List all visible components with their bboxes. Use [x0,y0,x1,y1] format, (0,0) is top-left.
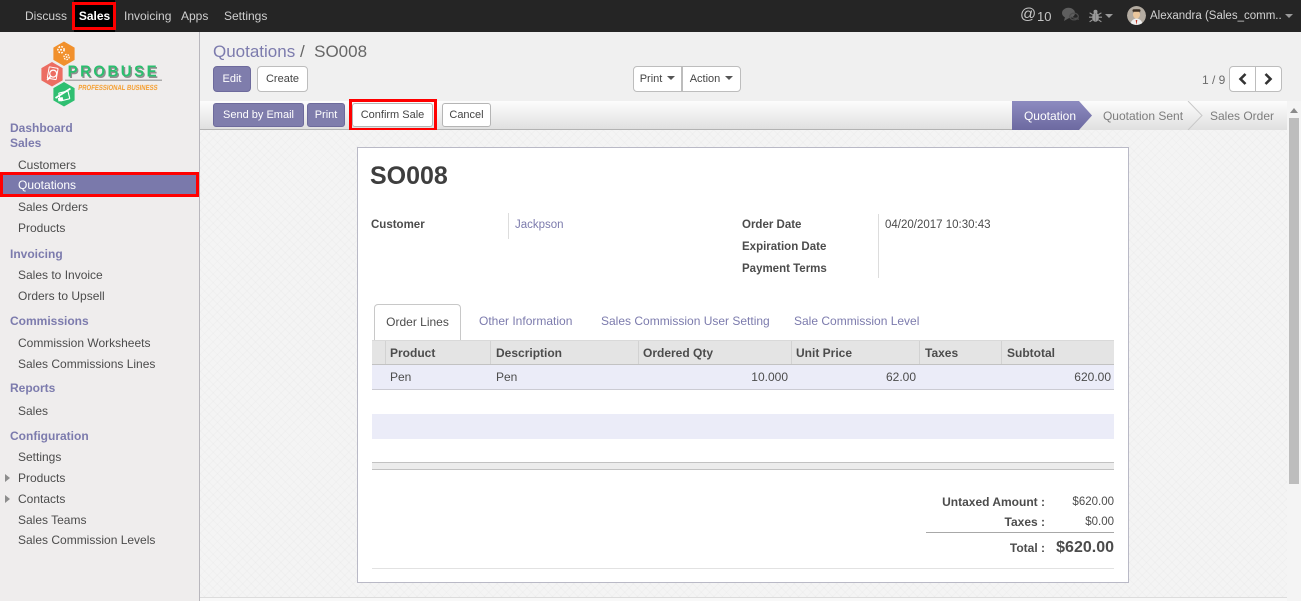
svg-text:PROFESSIONAL BUSINESS: PROFESSIONAL BUSINESS [78,84,159,92]
svg-text:PROBUSE: PROBUSE [68,63,159,81]
svg-text:Sales Order: Sales Order [1210,109,1274,123]
svg-text:Quotation Sent: Quotation Sent [1103,109,1184,123]
svg-text:Quotation: Quotation [1024,109,1076,123]
